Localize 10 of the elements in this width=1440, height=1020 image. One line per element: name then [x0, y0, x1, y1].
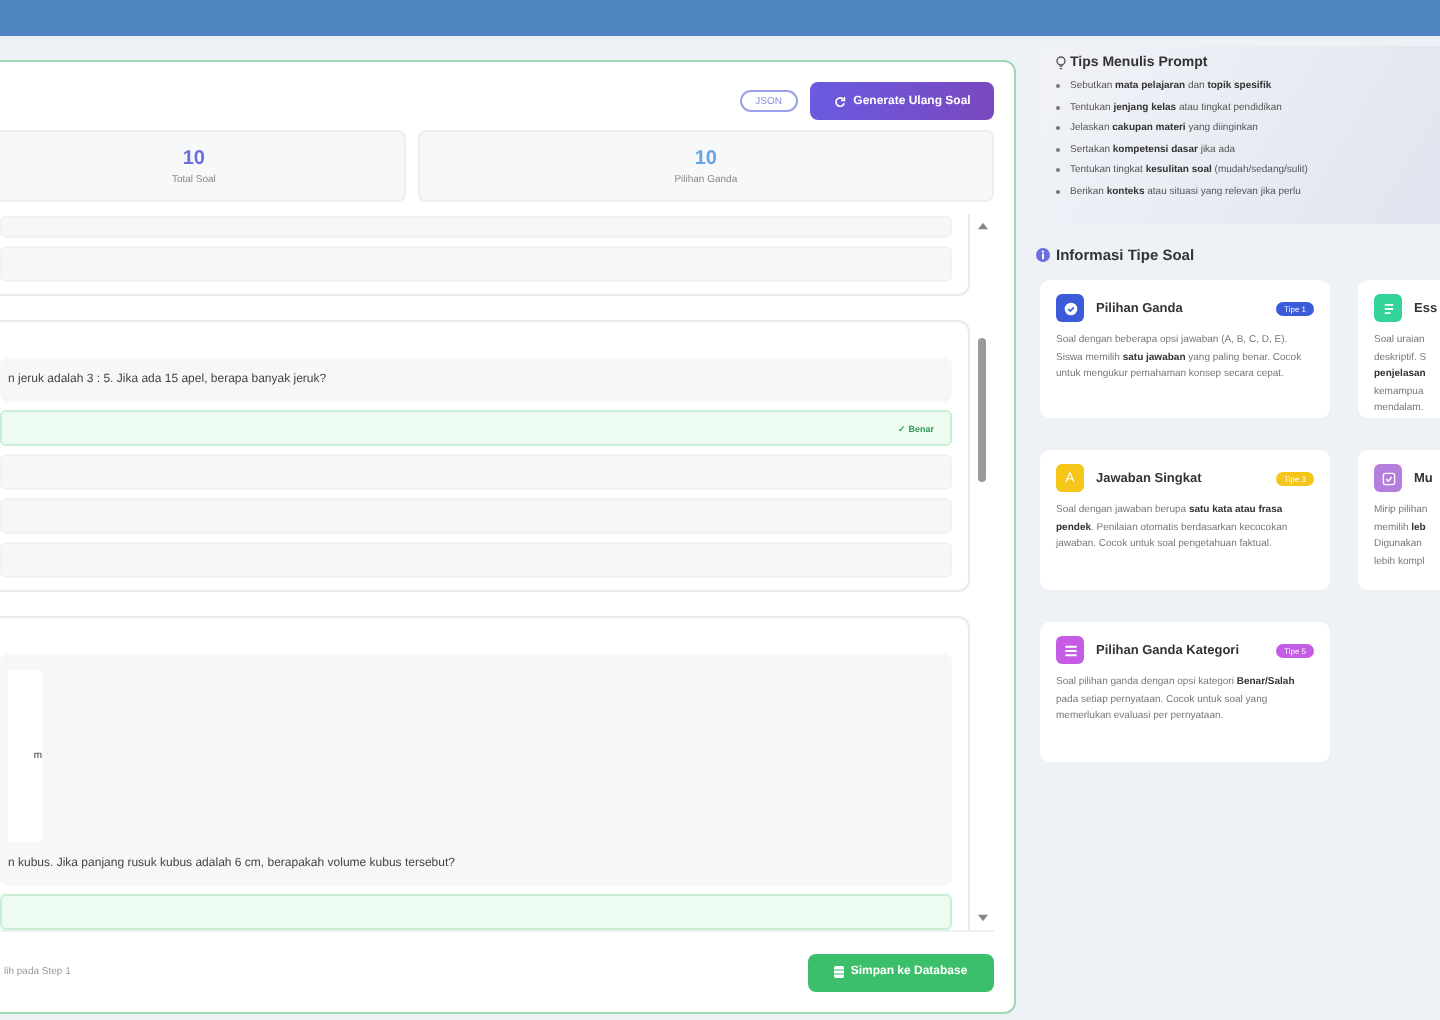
refresh-icon [833, 95, 846, 107]
scroll-up-icon[interactable] [977, 222, 987, 230]
lightbulb-icon [1056, 56, 1066, 70]
scroll-down-icon[interactable] [977, 914, 987, 923]
stat-value: 10 [182, 147, 205, 169]
info-icon [1036, 248, 1050, 262]
scroll-thumb[interactable] [978, 338, 986, 482]
correct-option-row[interactable] [0, 894, 952, 930]
stat-value: 10 [694, 147, 717, 169]
database-icon [834, 966, 845, 979]
